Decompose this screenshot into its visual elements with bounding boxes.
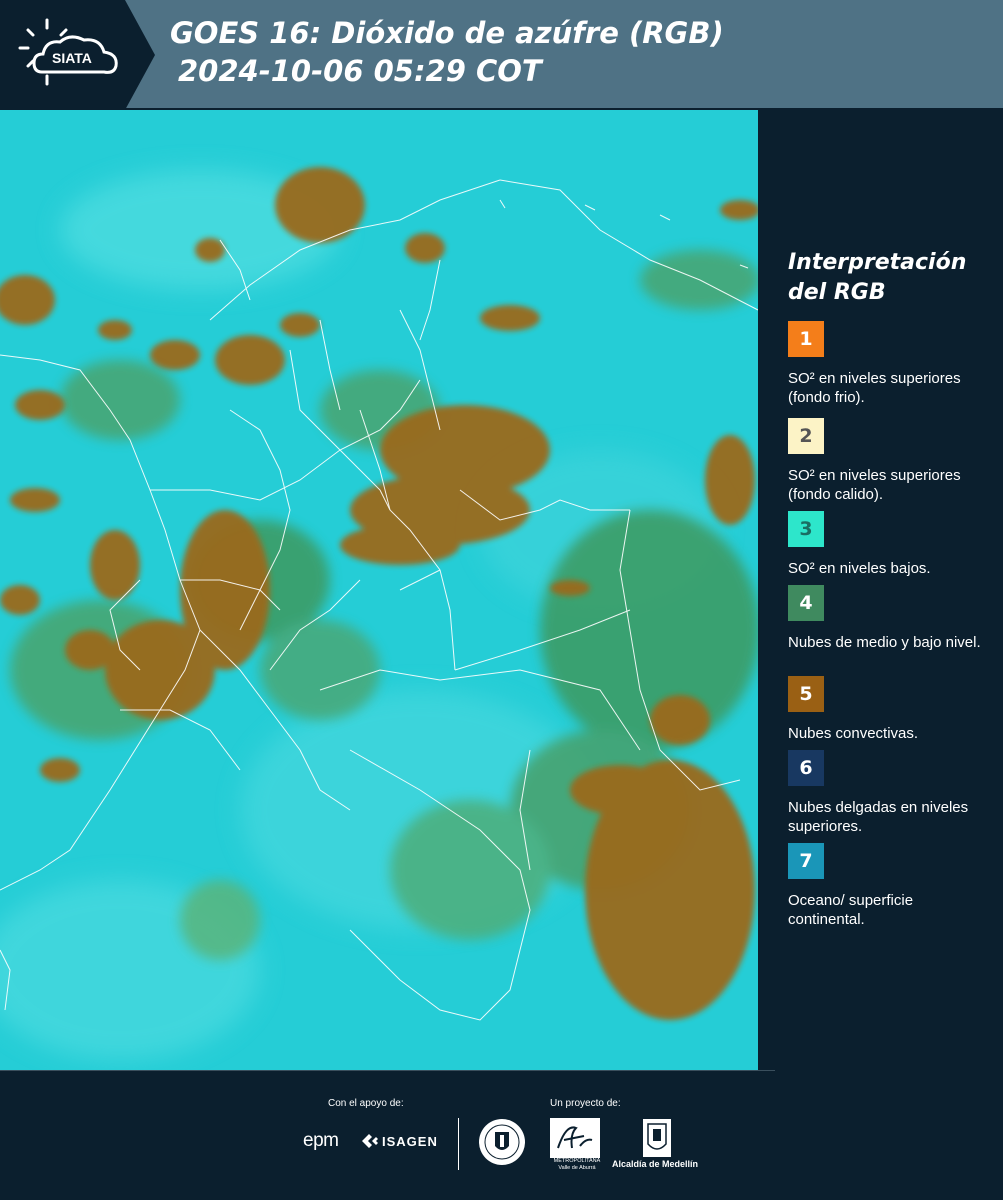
legend-label-6: Nubes delgadas en niveles superiores. (788, 799, 969, 835)
legend-swatch-5: 5 (788, 676, 824, 712)
satellite-image (0, 110, 758, 1070)
support-label: Con el apoyo de: (328, 1098, 404, 1109)
legend-swatch-3: 3 (788, 511, 824, 547)
alcaldia-medellin-text: Alcaldía de Medellín (612, 1159, 699, 1169)
footer: Con el apoyo de: Un proyecto de: epm ISA… (0, 1070, 1003, 1200)
legend-swatch-6: 6 (788, 750, 824, 786)
legend-label-5: Nubes convectivas. (788, 725, 919, 742)
legend-label-2: SO² en niveles superiores (fondo calido)… (788, 467, 961, 503)
legend-item-5: 5 Nubes convectivas. (788, 676, 993, 743)
area-metropolitana-text: METROPOLITANA Valle de Aburrá (553, 1158, 601, 1171)
legend-item-3: 3 SO² en niveles bajos. (788, 511, 993, 578)
legend-item-4: 4 Nubes de medio y bajo nivel. (788, 585, 993, 652)
legend-item-6: 6 Nubes delgadas en niveles superiores. (788, 750, 993, 836)
page-title: GOES 16: Dióxido de azúfre (RGB) 2024-10… (170, 14, 970, 90)
epm-logo: epm (303, 1130, 339, 1151)
legend-label-7: Oceano/ superficie continental. (788, 892, 914, 928)
legend-swatch-4: 4 (788, 585, 824, 621)
legend-swatch-1: 1 (788, 321, 824, 357)
footer-divider (458, 1118, 459, 1170)
legend-item-2: 2 SO² en niveles superiores (fondo calid… (788, 418, 993, 504)
isagen-logo: ISAGEN (382, 1134, 438, 1149)
alcaldia-shield-icon (643, 1119, 671, 1157)
project-label: Un proyecto de: (550, 1098, 621, 1109)
siata-logo-text: SIATA (52, 50, 92, 66)
legend-swatch-2: 2 (788, 418, 824, 454)
legend-item-7: 7 Oceano/ superficie continental. (788, 843, 993, 929)
header: SIATA GOES 16: Dióxido de azúfre (RGB) 2… (0, 0, 1003, 110)
legend-item-1: 1 SO² en niveles superiores (fondo frio)… (788, 321, 993, 407)
legend-label-3: SO² en niveles bajos. (788, 560, 931, 577)
title-line-2: 2024-10-06 05:29 COT (178, 54, 542, 88)
legend-label-1: SO² en niveles superiores (fondo frio). (788, 370, 961, 406)
footer-divider-line (0, 1070, 775, 1071)
legend-label-4: Nubes de medio y bajo nivel. (788, 634, 981, 651)
medellin-seal-icon (479, 1119, 525, 1165)
title-line-1: GOES 16: Dióxido de azúfre (RGB) (170, 16, 724, 50)
legend-panel: Interpretación del RGB 1 SO² en niveles … (758, 110, 1003, 1070)
isagen-icon (362, 1134, 378, 1148)
legend-title-line-2: del RGB (788, 280, 886, 305)
siata-logo: SIATA (0, 0, 160, 110)
area-metropolitana-logo-icon (550, 1118, 600, 1158)
satellite-map (0, 110, 758, 1070)
legend-title-line-1: Interpretación (788, 250, 967, 275)
legend-title: Interpretación del RGB (788, 248, 998, 308)
legend-swatch-7: 7 (788, 843, 824, 879)
